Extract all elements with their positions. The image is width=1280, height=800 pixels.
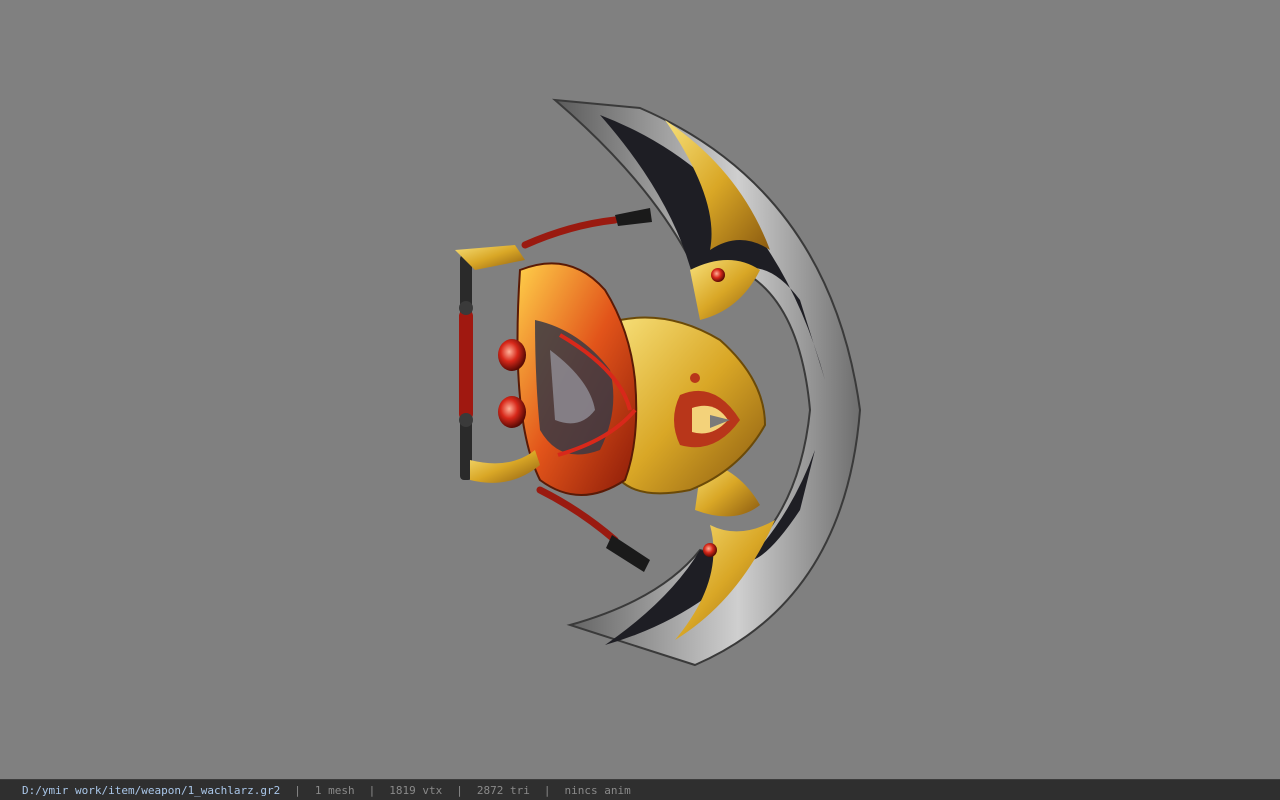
- mesh-count: 1 mesh: [314, 783, 355, 797]
- separator: |: [456, 783, 463, 797]
- separator: |: [368, 783, 376, 797]
- separator: |: [294, 783, 301, 797]
- weapon-model-render[interactable]: [440, 80, 880, 680]
- status-bar: D:/ymir work/item/weapon/1_wachlarz.gr2 …: [0, 779, 1280, 800]
- separator: |: [543, 783, 551, 797]
- vertex-count: 1819 vtx: [389, 783, 443, 797]
- triangle-count: 2872 tri: [476, 783, 530, 797]
- 3d-viewport[interactable]: [0, 0, 1280, 779]
- anim-status: nincs anim: [564, 783, 631, 797]
- file-path: D:/ymir work/item/weapon/1_wachlarz.gr2: [22, 783, 281, 797]
